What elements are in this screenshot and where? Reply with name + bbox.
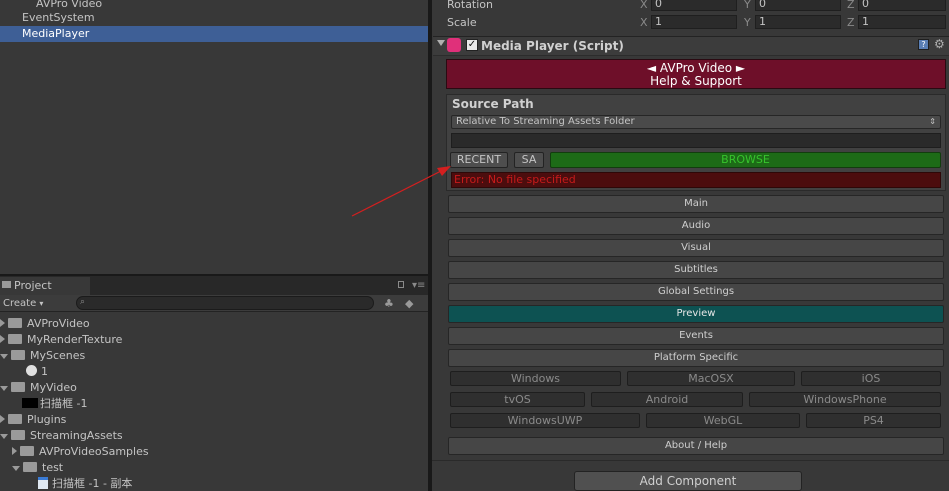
avpro-script-icon <box>447 38 461 52</box>
platform-windowsuwp-button[interactable]: WindowsUWP <box>450 413 640 428</box>
section-platform-specific-button[interactable]: Platform Specific <box>448 349 944 367</box>
file-icon <box>38 477 48 489</box>
section-audio-button[interactable]: Audio <box>448 217 944 235</box>
add-component-button[interactable]: Add Component <box>574 471 802 491</box>
streaming-assets-button[interactable]: SA <box>514 152 544 168</box>
project-tree: AVProVideo MyRenderTexture MyScenes 1 My… <box>0 312 428 491</box>
platform-windowsphone-button[interactable]: WindowsPhone <box>749 392 941 407</box>
folder-icon <box>8 334 22 344</box>
section-subtitles-button[interactable]: Subtitles <box>448 261 944 279</box>
platform-ps4-button[interactable]: PS4 <box>806 413 941 428</box>
create-button[interactable]: Create ▾ <box>3 296 43 311</box>
project-search-input[interactable]: ⌕ <box>76 296 374 310</box>
folder-icon <box>23 462 37 472</box>
unity-scene-icon <box>26 365 37 376</box>
axis-y-label: Y <box>744 16 751 29</box>
gear-icon[interactable]: ⚙ <box>934 37 945 51</box>
collapse-arrow-icon[interactable] <box>0 434 8 439</box>
avpro-help-banner[interactable]: ◄ AVPro Video ► Help & Support <box>446 59 946 89</box>
expand-arrow-icon[interactable] <box>0 415 5 423</box>
collapse-arrow-icon[interactable] <box>0 386 8 391</box>
list-item[interactable]: MyRenderTexture <box>0 332 122 348</box>
hierarchy-panel: AVPro Video EventSystem MediaPlayer <box>0 0 428 274</box>
folder-icon <box>11 350 25 360</box>
scale-y-field[interactable]: 1 <box>755 15 841 29</box>
section-visual-button[interactable]: Visual <box>448 239 944 257</box>
list-item[interactable]: StreamingAssets <box>0 428 123 444</box>
foldout-arrow-icon[interactable] <box>437 40 445 46</box>
rotation-label: Rotation <box>447 0 494 11</box>
filter-by-label-icon[interactable]: ◆ <box>405 297 413 310</box>
chevron-down-icon: ▾ <box>39 299 44 308</box>
folder-icon <box>8 318 22 328</box>
scale-z-field[interactable]: 1 <box>858 15 946 29</box>
panel-menu-icon[interactable]: ▾≡ <box>412 280 425 291</box>
hierarchy-item-mediaplayer[interactable]: MediaPlayer <box>0 26 428 42</box>
video-thumbnail-icon <box>22 398 38 408</box>
create-label: Create <box>3 298 37 309</box>
source-path-title: Source Path <box>452 97 534 111</box>
platform-ios-button[interactable]: iOS <box>801 371 941 386</box>
browse-button[interactable]: BROWSE <box>550 152 941 168</box>
lock-icon[interactable] <box>398 281 404 288</box>
about-help-button[interactable]: About / Help <box>448 437 944 455</box>
list-item[interactable]: MyVideo <box>0 380 77 396</box>
error-message: Error: No file specified <box>451 172 941 188</box>
list-item[interactable]: AVProVideoSamples <box>12 444 149 460</box>
platform-webgl-button[interactable]: WebGL <box>646 413 800 428</box>
axis-z-label: Z <box>847 0 855 11</box>
axis-x-label: X <box>640 16 648 29</box>
section-main-button[interactable]: Main <box>448 195 944 213</box>
tab-project[interactable]: Project <box>0 277 90 295</box>
platform-android-button[interactable]: Android <box>591 392 743 407</box>
list-item[interactable]: 扫描框 -1 - 副本 <box>38 476 132 491</box>
help-icon[interactable]: ? <box>918 39 929 50</box>
folder-icon <box>20 446 34 456</box>
enabled-checkbox[interactable]: ✓ <box>466 39 478 51</box>
section-events-button[interactable]: Events <box>448 327 944 345</box>
list-item[interactable]: 1 <box>26 364 48 380</box>
rotation-y-field[interactable]: 0 <box>755 0 841 11</box>
path-type-value: Relative To Streaming Assets Folder <box>456 116 635 127</box>
project-tab-label: Project <box>14 279 52 292</box>
list-item[interactable]: MyScenes <box>0 348 85 364</box>
rotation-z-field[interactable]: 0 <box>858 0 946 11</box>
search-icon: ⌕ <box>80 297 86 307</box>
platform-macosx-button[interactable]: MacOSX <box>627 371 795 386</box>
scale-label: Scale <box>447 16 477 29</box>
file-path-input[interactable] <box>451 133 941 148</box>
collapse-arrow-icon[interactable] <box>12 466 20 471</box>
scale-x-field[interactable]: 1 <box>651 15 737 29</box>
expand-arrow-icon[interactable] <box>0 335 5 343</box>
banner-subtitle: Help & Support <box>650 74 742 88</box>
hierarchy-item-eventsystem[interactable]: EventSystem <box>0 10 428 26</box>
section-preview-button[interactable]: Preview <box>448 305 944 323</box>
folder-icon <box>11 382 25 392</box>
collapse-arrow-icon[interactable] <box>0 354 8 359</box>
list-item[interactable]: AVProVideo <box>0 316 90 332</box>
folder-icon <box>11 430 25 440</box>
component-title: Media Player (Script) <box>481 39 624 53</box>
path-type-dropdown[interactable]: Relative To Streaming Assets Folder ⇕ <box>451 115 941 129</box>
dropdown-arrows-icon: ⇕ <box>929 117 936 126</box>
rotation-x-field[interactable]: 0 <box>651 0 737 11</box>
expand-arrow-icon[interactable] <box>12 447 17 455</box>
expand-arrow-icon[interactable] <box>0 319 5 327</box>
axis-y-label: Y <box>744 0 751 11</box>
platform-tvos-button[interactable]: tvOS <box>450 392 585 407</box>
axis-z-label: Z <box>847 16 855 29</box>
platform-windows-button[interactable]: Windows <box>450 371 621 386</box>
list-item[interactable]: test <box>12 460 63 476</box>
inspector-divider <box>432 460 949 461</box>
annotation-arrow <box>351 166 451 217</box>
axis-x-label: X <box>640 0 648 11</box>
filter-by-type-icon[interactable]: ♣ <box>384 297 394 310</box>
folder-icon <box>8 414 22 424</box>
list-item[interactable]: Plugins <box>0 412 66 428</box>
folder-icon <box>2 281 11 288</box>
list-item[interactable]: 扫描框 -1 <box>22 396 87 412</box>
section-global-settings-button[interactable]: Global Settings <box>448 283 944 301</box>
